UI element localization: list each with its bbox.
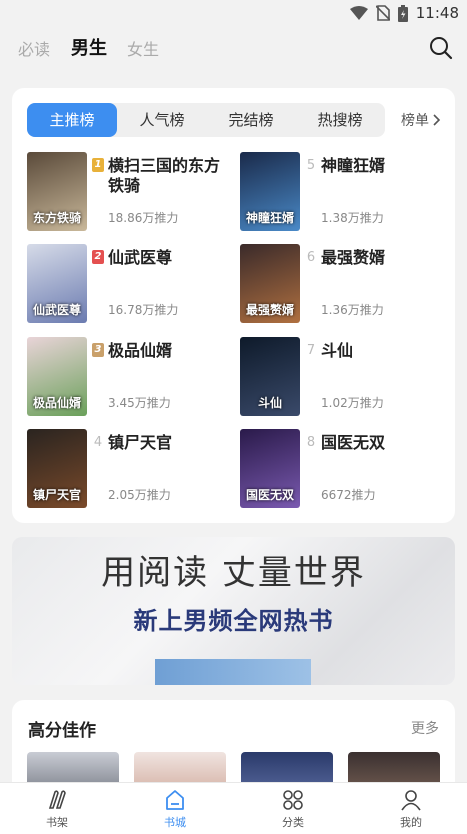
- book-push-count: 18.86万推力: [108, 211, 179, 225]
- nav-bookshelf[interactable]: 书架: [27, 789, 87, 830]
- book-push-count: 1.36万推力: [321, 303, 384, 317]
- nav-label: 书城: [164, 816, 186, 829]
- book-push-count: 3.45万推力: [108, 396, 171, 410]
- ranking-book-item[interactable]: 东方铁骑 1 横扫三国的东方铁骑 18.86万推力: [27, 152, 237, 232]
- book-push-count: 6672推力: [321, 488, 376, 502]
- wifi-icon: [349, 5, 368, 20]
- rank-number: 1: [92, 158, 104, 172]
- cover-title: 斗仙: [257, 396, 282, 410]
- book-push-count: 16.78万推力: [108, 303, 179, 317]
- tab-popularity[interactable]: 人气榜: [117, 103, 207, 137]
- tab-male[interactable]: 男生: [71, 34, 107, 60]
- tab-must-read[interactable]: 必读: [18, 36, 50, 60]
- tab-hot-search[interactable]: 热搜榜: [295, 103, 385, 137]
- nav-label: 我的: [400, 816, 422, 829]
- ranking-book-item[interactable]: 仙武医尊 2 仙武医尊 16.78万推力: [27, 244, 237, 324]
- rank-number: 5: [306, 158, 316, 173]
- more-lists-link[interactable]: 榜单: [401, 110, 441, 130]
- promo-banner[interactable]: 用阅读 丈量世界 新上男频全网热书: [12, 537, 455, 685]
- book-title[interactable]: 斗仙: [321, 341, 446, 361]
- book-title[interactable]: 国医无双: [321, 433, 446, 453]
- cover-title: 神瞳狂婿: [245, 211, 294, 225]
- book-cover[interactable]: 国医无双: [240, 429, 300, 508]
- cover-title: 镇尸天官: [32, 488, 81, 502]
- ranking-book-item[interactable]: 斗仙 7 斗仙 1.02万推力: [240, 337, 450, 417]
- ranking-book-item[interactable]: 极品仙婿 3 极品仙婿 3.45万推力: [27, 337, 237, 417]
- book-title[interactable]: 最强赘婿: [321, 248, 446, 268]
- book-title[interactable]: 仙武医尊: [108, 248, 233, 268]
- book-title[interactable]: 横扫三国的东方铁骑: [108, 156, 233, 196]
- rank-number: 2: [92, 250, 104, 264]
- status-time: 11:48: [415, 4, 459, 22]
- bottom-nav: 书架 书城 分类 我的: [0, 782, 467, 834]
- book-cover[interactable]: 斗仙: [240, 337, 300, 416]
- book-title[interactable]: 神瞳狂婿: [321, 156, 446, 176]
- more-link[interactable]: 更多: [411, 718, 439, 738]
- top-header: 必读 男生 女生: [0, 26, 467, 72]
- rank-number: 7: [306, 343, 316, 358]
- book-title[interactable]: 极品仙婿: [108, 341, 233, 361]
- rank-number: 8: [306, 435, 316, 450]
- nav-label: 书架: [46, 816, 68, 829]
- cover-title: 最强赘婿: [245, 303, 294, 317]
- book-cover[interactable]: 极品仙婿: [27, 337, 87, 416]
- bookshelf-icon: [48, 790, 66, 809]
- cover-title: 仙武医尊: [32, 303, 81, 317]
- nav-category[interactable]: 分类: [263, 789, 323, 830]
- cover-title: 东方铁骑: [32, 211, 81, 225]
- bookstore-icon: [166, 790, 184, 810]
- book-cover[interactable]: 东方铁骑: [27, 152, 87, 231]
- ranking-tabs: 主推榜 人气榜 完结榜 热搜榜: [27, 103, 385, 137]
- book-push-count: 1.02万推力: [321, 396, 384, 410]
- book-push-count: 1.38万推力: [321, 211, 384, 225]
- nav-label: 分类: [282, 816, 304, 829]
- book-cover[interactable]: 仙武医尊: [27, 244, 87, 323]
- ranking-book-item[interactable]: 神瞳狂婿 5 神瞳狂婿 1.38万推力: [240, 152, 450, 232]
- section-title: 高分佳作: [28, 721, 96, 741]
- rank-number: 3: [92, 343, 104, 357]
- rank-number: 6: [306, 250, 316, 265]
- book-cover[interactable]: 最强赘婿: [240, 244, 300, 323]
- battery-icon: [397, 4, 408, 22]
- ranking-book-item[interactable]: 镇尸天官 4 镇尸天官 2.05万推力: [27, 429, 237, 509]
- tab-female[interactable]: 女生: [127, 36, 159, 60]
- no-sim-icon: [375, 5, 390, 21]
- tab-completed[interactable]: 完结榜: [207, 103, 295, 137]
- book-title[interactable]: 镇尸天官: [108, 433, 233, 453]
- nav-profile[interactable]: 我的: [381, 789, 441, 830]
- nav-bookstore[interactable]: 书城: [145, 789, 205, 830]
- ranking-book-item[interactable]: 最强赘婿 6 最强赘婿 1.36万推力: [240, 244, 450, 324]
- cover-title: 国医无双: [245, 488, 294, 502]
- banner-slogan: 用阅读 丈量世界: [101, 553, 366, 593]
- cover-title: 极品仙婿: [32, 396, 81, 410]
- ranking-card: 主推榜 人气榜 完结榜 热搜榜 榜单 东方铁骑 1 横扫三国的东方铁骑 18.86万推…: [12, 88, 455, 523]
- more-lists-label: 榜单: [401, 113, 429, 129]
- status-bar: 11:48: [0, 0, 467, 26]
- book-push-count: 2.05万推力: [108, 488, 171, 502]
- profile-icon: [401, 790, 421, 811]
- search-icon[interactable]: [429, 36, 453, 60]
- banner-subtitle: 新上男频全网热书: [133, 607, 334, 635]
- category-icon: [283, 790, 303, 810]
- rank-number: 4: [93, 435, 103, 450]
- ranking-book-item[interactable]: 国医无双 8 国医无双 6672推力: [240, 429, 450, 509]
- tab-main-recommend[interactable]: 主推榜: [27, 103, 117, 137]
- banner-book-image: [155, 659, 311, 685]
- book-cover[interactable]: 镇尸天官: [27, 429, 87, 508]
- book-cover[interactable]: 神瞳狂婿: [240, 152, 300, 231]
- chevron-right-icon: [433, 114, 441, 126]
